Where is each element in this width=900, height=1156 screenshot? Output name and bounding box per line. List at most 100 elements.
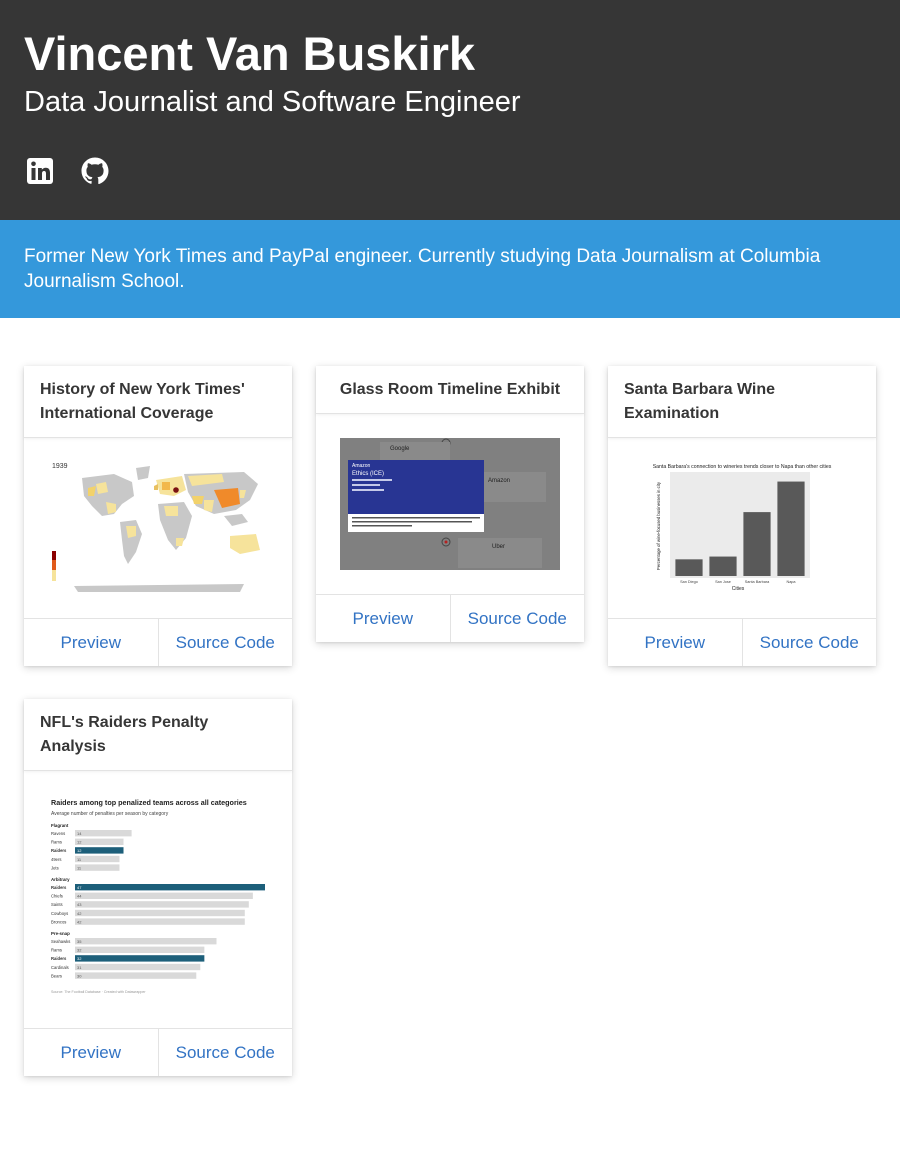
project-thumbnail: Raiders among top penalized teams across… — [44, 789, 272, 1009]
card-footer: Preview Source Code — [316, 594, 584, 642]
raiders-team-label: Rams — [51, 948, 62, 953]
raiders-team-label: Raiders — [51, 885, 67, 890]
raiders-chart-title: Raiders among top penalized teams across… — [51, 798, 247, 807]
wine-category-label: San Diego — [680, 580, 698, 584]
source-code-link[interactable]: Source Code — [157, 619, 293, 666]
raiders-team-label: 49ers — [51, 857, 61, 862]
page-title: Vincent Van Buskirk — [24, 27, 476, 80]
project-thumbnail: Google Amazon Ethics (ICE) Amazon Uber — [340, 438, 560, 570]
github-icon — [81, 157, 109, 185]
project-card-raiders-penalty: NFL's Raiders Penalty Analysis Raiders a… — [24, 699, 292, 1076]
card-header: History of New York Times' International… — [24, 366, 292, 438]
raiders-value-label: 14 — [77, 831, 82, 836]
wine-chart-title: Santa Barbara's connection to wineries t… — [653, 464, 832, 470]
raiders-bar — [75, 946, 205, 953]
thumb-card-ethics: Ethics (ICE) — [352, 471, 384, 477]
raiders-group-label: Arbitrary — [51, 877, 70, 882]
raiders-bar — [75, 864, 120, 871]
thumb-card-amazon: Amazon — [352, 463, 371, 469]
project-card-santa-barbara-wine: Santa Barbara Wine Examination Santa Bar… — [608, 366, 876, 666]
project-card-glass-room: Glass Room Timeline Exhibit Google Amazo… — [316, 366, 584, 642]
raiders-bar — [75, 909, 245, 917]
raiders-bar — [75, 955, 205, 962]
raiders-value-label: 12 — [77, 848, 82, 853]
raiders-bar — [75, 901, 249, 908]
raiders-team-label: Seahawks — [51, 939, 70, 944]
raiders-value-label: 42 — [77, 911, 82, 916]
intro-text: Former New York Times and PayPal enginee… — [24, 246, 821, 292]
raiders-value-label: 35 — [77, 939, 82, 944]
card-title: NFL's Raiders Penalty Analysis — [40, 714, 209, 755]
github-link[interactable] — [79, 155, 111, 187]
source-code-link[interactable]: Source Code — [157, 1029, 293, 1076]
raiders-bar — [75, 918, 245, 925]
raiders-team-label: Cowboys — [51, 911, 68, 916]
thumb-year-label: 1939 — [52, 463, 68, 470]
thumb-card-amazon-2: Amazon — [488, 478, 510, 484]
wine-bar-3 — [777, 481, 805, 576]
raiders-bar — [75, 838, 124, 845]
wine-category-label: Santa Barbara — [745, 580, 770, 584]
raiders-chart-source: Source: The Football Database · Created … — [51, 990, 146, 994]
raiders-team-label: Raiders — [51, 848, 67, 853]
raiders-team-label: Broncos — [51, 919, 66, 924]
project-card-nyt-coverage: History of New York Times' International… — [24, 366, 292, 666]
raiders-group-label: Pre-snap — [51, 931, 70, 936]
preview-link[interactable]: Preview — [608, 619, 742, 666]
raiders-team-label: Saints — [51, 902, 63, 907]
raiders-team-label: Rams — [51, 840, 62, 845]
card-header: Glass Room Timeline Exhibit — [316, 366, 584, 414]
raiders-value-label: 30 — [77, 973, 82, 978]
raiders-chart-subtitle: Average number of penalties per season b… — [51, 811, 169, 817]
raiders-bar — [75, 938, 217, 945]
wine-bar-2 — [743, 512, 771, 576]
source-code-link[interactable]: Source Code — [741, 619, 877, 666]
preview-link[interactable]: Preview — [316, 595, 450, 642]
raiders-value-label: 42 — [77, 919, 82, 924]
card-title: Glass Room Timeline Exhibit — [339, 381, 561, 398]
raiders-value-label: 32 — [77, 948, 82, 953]
raiders-bar — [75, 855, 120, 863]
project-thumbnail: 1939 — [44, 456, 272, 596]
card-footer: Preview Source Code — [608, 618, 876, 666]
source-code-link[interactable]: Source Code — [449, 595, 585, 642]
raiders-bar — [75, 847, 124, 854]
raiders-bar — [75, 963, 201, 971]
raiders-team-label: Jets — [51, 865, 59, 870]
card-title: Santa Barbara Wine Examination — [624, 381, 776, 422]
wine-category-label: San Jose — [715, 580, 731, 584]
raiders-bar — [75, 892, 253, 899]
card-header: Santa Barbara Wine Examination — [608, 366, 876, 438]
raiders-value-label: 32 — [77, 956, 82, 961]
card-footer: Preview Source Code — [24, 1028, 292, 1076]
wine-chart-ylabel: Percentage of wine-focused businesses in… — [656, 481, 661, 570]
raiders-value-label: 47 — [77, 885, 82, 890]
raiders-bar — [75, 830, 132, 837]
raiders-team-label: Bears — [51, 973, 62, 978]
raiders-value-label: 44 — [77, 894, 82, 899]
wine-bar-0 — [675, 559, 703, 576]
raiders-team-label: Chiefs — [51, 894, 63, 899]
raiders-team-label: Ravens — [51, 831, 65, 836]
wine-category-label: Napa — [786, 580, 796, 584]
wine-bar-1 — [709, 556, 737, 576]
raiders-bar — [75, 972, 197, 979]
raiders-value-label: 31 — [77, 965, 82, 970]
linkedin-icon — [27, 158, 53, 184]
card-title: History of New York Times' International… — [40, 381, 245, 422]
raiders-bar — [75, 884, 265, 891]
thumb-card-uber: Uber — [492, 544, 505, 550]
thumb-card-google: Google — [390, 446, 410, 452]
preview-link[interactable]: Preview — [24, 1029, 158, 1076]
raiders-value-label: 43 — [77, 902, 82, 907]
raiders-team-label: Raiders — [51, 956, 67, 961]
linkedin-link[interactable] — [24, 155, 56, 187]
header: Vincent Van Buskirk Data Journalist and … — [0, 0, 900, 220]
page-subtitle: Data Journalist and Software Engineer — [24, 86, 521, 118]
wine-chart-xlabel: Cities — [732, 586, 745, 592]
card-header: NFL's Raiders Penalty Analysis — [24, 699, 292, 771]
raiders-group-label: Flagrant — [51, 823, 69, 828]
preview-link[interactable]: Preview — [24, 619, 158, 666]
raiders-team-label: Cardinals — [51, 965, 69, 970]
card-footer: Preview Source Code — [24, 618, 292, 666]
